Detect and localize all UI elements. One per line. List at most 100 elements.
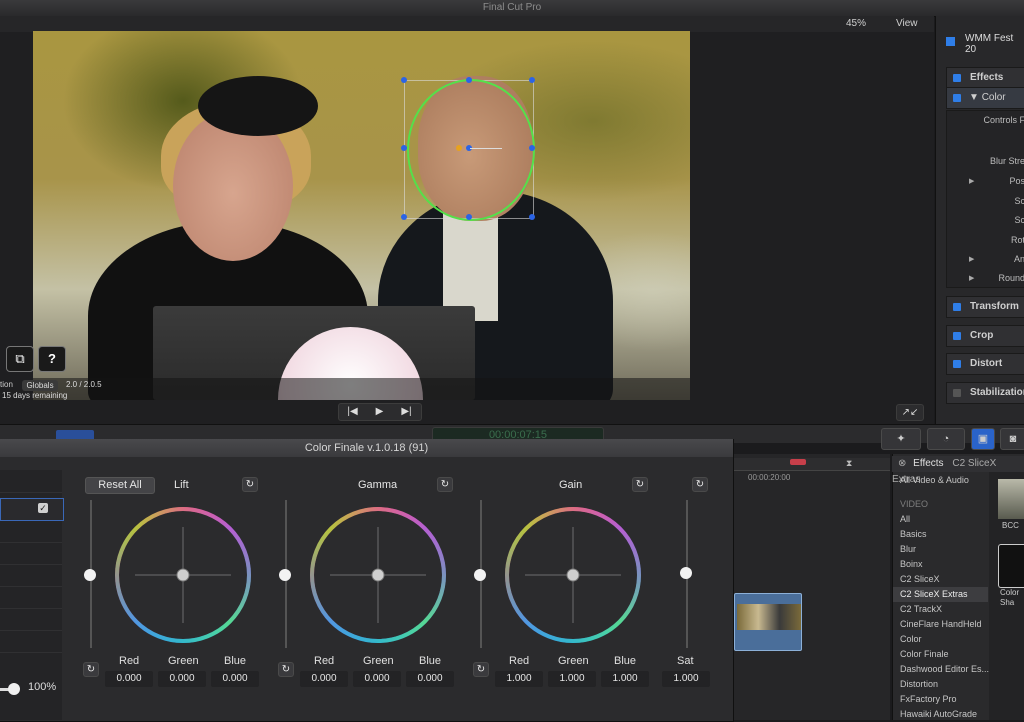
lift-green-value[interactable]: 0.000 bbox=[158, 671, 206, 687]
lift-color-wheel[interactable] bbox=[113, 505, 253, 645]
previous-frame-button[interactable]: |◀ bbox=[339, 404, 366, 420]
effects-item[interactable]: Boinx bbox=[900, 559, 923, 569]
effects-item[interactable]: Color Finale bbox=[900, 649, 949, 659]
enable-checkbox-icon[interactable] bbox=[953, 94, 961, 102]
layer-row[interactable] bbox=[0, 608, 62, 631]
enable-checkbox-icon[interactable] bbox=[953, 303, 961, 311]
inspector-section-distort[interactable]: Distort bbox=[946, 353, 1024, 375]
gamma-green-value[interactable]: 0.000 bbox=[353, 671, 401, 687]
transform-icon[interactable]: ⧉ bbox=[6, 346, 34, 372]
mask-handle[interactable] bbox=[529, 77, 535, 83]
media-browser-icon[interactable]: ◙ bbox=[1000, 428, 1024, 450]
reset-gamma-icon[interactable]: ↻ bbox=[437, 477, 453, 492]
gamma-color-wheel[interactable] bbox=[308, 505, 448, 645]
mask-center-handle[interactable] bbox=[456, 145, 462, 151]
reset-lift-luma-icon[interactable]: ↻ bbox=[83, 662, 99, 677]
lift-luma-slider-knob[interactable] bbox=[84, 569, 96, 581]
view-menu[interactable]: View bbox=[896, 16, 918, 32]
layer-row[interactable] bbox=[0, 542, 62, 565]
retime-menu-icon[interactable]: ◔ bbox=[927, 428, 965, 450]
inspector-section-color-finale[interactable]: ▼ Color Fina bbox=[946, 87, 1024, 123]
reset-lift-icon[interactable]: ↻ bbox=[242, 477, 258, 492]
effect-thumbnail[interactable] bbox=[998, 544, 1024, 588]
timeline[interactable] bbox=[734, 454, 890, 720]
effects-item[interactable]: C2 TrackX bbox=[900, 604, 942, 614]
enhancements-menu-icon[interactable]: ✦ bbox=[881, 428, 921, 450]
opacity-slider-knob[interactable] bbox=[8, 683, 20, 695]
effects-item-selected[interactable]: C2 SliceX Extras bbox=[900, 589, 968, 599]
effects-item[interactable]: CineFlare HandHeld bbox=[900, 619, 982, 629]
play-button[interactable]: ▶ bbox=[366, 404, 393, 420]
effects-item[interactable]: Hawaiki AutoGrade bbox=[900, 709, 977, 719]
disclosure-triangle-icon[interactable]: ▶ bbox=[969, 274, 974, 282]
gain-blue-value[interactable]: 1.000 bbox=[601, 671, 649, 687]
effects-item[interactable]: FxFactory Pro bbox=[900, 694, 957, 704]
enable-checkbox-icon[interactable] bbox=[953, 332, 961, 340]
gain-red-value[interactable]: 1.000 bbox=[495, 671, 543, 687]
gain-luma-slider-knob[interactable] bbox=[474, 569, 486, 581]
effects-item[interactable]: C2 SliceX bbox=[900, 574, 940, 584]
next-frame-button[interactable]: ▶| bbox=[393, 404, 420, 420]
gamma-blue-value[interactable]: 0.000 bbox=[406, 671, 454, 687]
layer-enable-checkbox[interactable]: ✓ bbox=[38, 503, 48, 513]
skimming-icon[interactable] bbox=[790, 459, 806, 465]
layer-row[interactable] bbox=[0, 586, 62, 609]
reset-gain-icon[interactable]: ↻ bbox=[632, 477, 648, 492]
layer-row[interactable] bbox=[0, 630, 62, 653]
snapping-icon[interactable]: ⧗ bbox=[846, 458, 852, 469]
sat-value[interactable]: 1.000 bbox=[662, 671, 710, 687]
layer-row[interactable] bbox=[0, 520, 62, 543]
gain-green-value[interactable]: 1.000 bbox=[548, 671, 596, 687]
reset-gamma-luma-icon[interactable]: ↻ bbox=[278, 662, 294, 677]
disclosure-triangle-icon[interactable]: ▶ bbox=[969, 177, 974, 185]
reset-sat-icon[interactable]: ↻ bbox=[692, 477, 708, 492]
effects-item[interactable]: All Video & Audio bbox=[900, 475, 969, 485]
plugin-version: 2.0 / 2.0.5 bbox=[66, 380, 102, 389]
mask-handle[interactable] bbox=[401, 214, 407, 220]
globals-tag[interactable]: Globals bbox=[22, 380, 58, 391]
mask-handle[interactable] bbox=[401, 77, 407, 83]
lift-blue-value[interactable]: 0.000 bbox=[211, 671, 259, 687]
effects-item[interactable]: Distortion bbox=[900, 679, 938, 689]
inspector-toggle-icon[interactable]: ▣ bbox=[971, 428, 995, 450]
effects-item[interactable]: Blur bbox=[900, 544, 916, 554]
gamma-red-value[interactable]: 0.000 bbox=[300, 671, 348, 687]
fullscreen-button[interactable]: ↗↙ bbox=[896, 404, 924, 421]
video-frame[interactable] bbox=[33, 31, 690, 400]
layer-row[interactable] bbox=[0, 470, 62, 493]
gain-color-wheel[interactable] bbox=[503, 505, 643, 645]
inspector-section-stabilization[interactable]: Stabilization bbox=[946, 382, 1024, 404]
timeline-clip[interactable] bbox=[734, 593, 802, 651]
reset-gain-luma-icon[interactable]: ↻ bbox=[473, 662, 489, 677]
layer-row-selected[interactable] bbox=[0, 498, 64, 521]
effects-item[interactable]: All bbox=[900, 514, 910, 524]
inspector-section-transform[interactable]: Transform bbox=[946, 296, 1024, 318]
mask-handle[interactable] bbox=[466, 77, 472, 83]
lift-blue-label: Blue bbox=[224, 655, 247, 667]
mask-handle[interactable] bbox=[529, 145, 535, 151]
enable-checkbox-icon[interactable] bbox=[953, 360, 961, 368]
disclosure-triangle-icon[interactable]: ▼ bbox=[969, 92, 982, 103]
disclosure-triangle-icon[interactable]: ▶ bbox=[969, 255, 974, 263]
inspector-section-crop[interactable]: Crop bbox=[946, 325, 1024, 347]
lift-red-value[interactable]: 0.000 bbox=[105, 671, 153, 687]
effect-thumbnail[interactable] bbox=[998, 479, 1024, 519]
lift-label: Lift bbox=[174, 479, 189, 491]
effects-item[interactable]: Dashwood Editor Es... bbox=[900, 664, 989, 674]
effects-item[interactable]: Basics bbox=[900, 529, 927, 539]
gamma-luma-slider-knob[interactable] bbox=[279, 569, 291, 581]
sat-slider-knob[interactable] bbox=[680, 567, 692, 579]
zoom-menu[interactable]: 45% bbox=[846, 16, 866, 32]
enable-checkbox-icon[interactable] bbox=[953, 389, 961, 397]
reset-all-button[interactable]: Reset All bbox=[85, 477, 155, 494]
mask-handle[interactable] bbox=[466, 214, 472, 220]
mask-handle[interactable] bbox=[401, 145, 407, 151]
close-icon[interactable]: ⊗ bbox=[898, 458, 906, 469]
timeline-ruler[interactable] bbox=[734, 458, 890, 471]
effects-item[interactable]: Color bbox=[900, 634, 922, 644]
help-icon[interactable]: ? bbox=[38, 346, 66, 372]
inspector-section-effects[interactable]: Effects bbox=[946, 67, 1024, 89]
mask-handle[interactable] bbox=[529, 214, 535, 220]
enable-checkbox-icon[interactable] bbox=[953, 74, 961, 82]
layer-row[interactable] bbox=[0, 564, 62, 587]
